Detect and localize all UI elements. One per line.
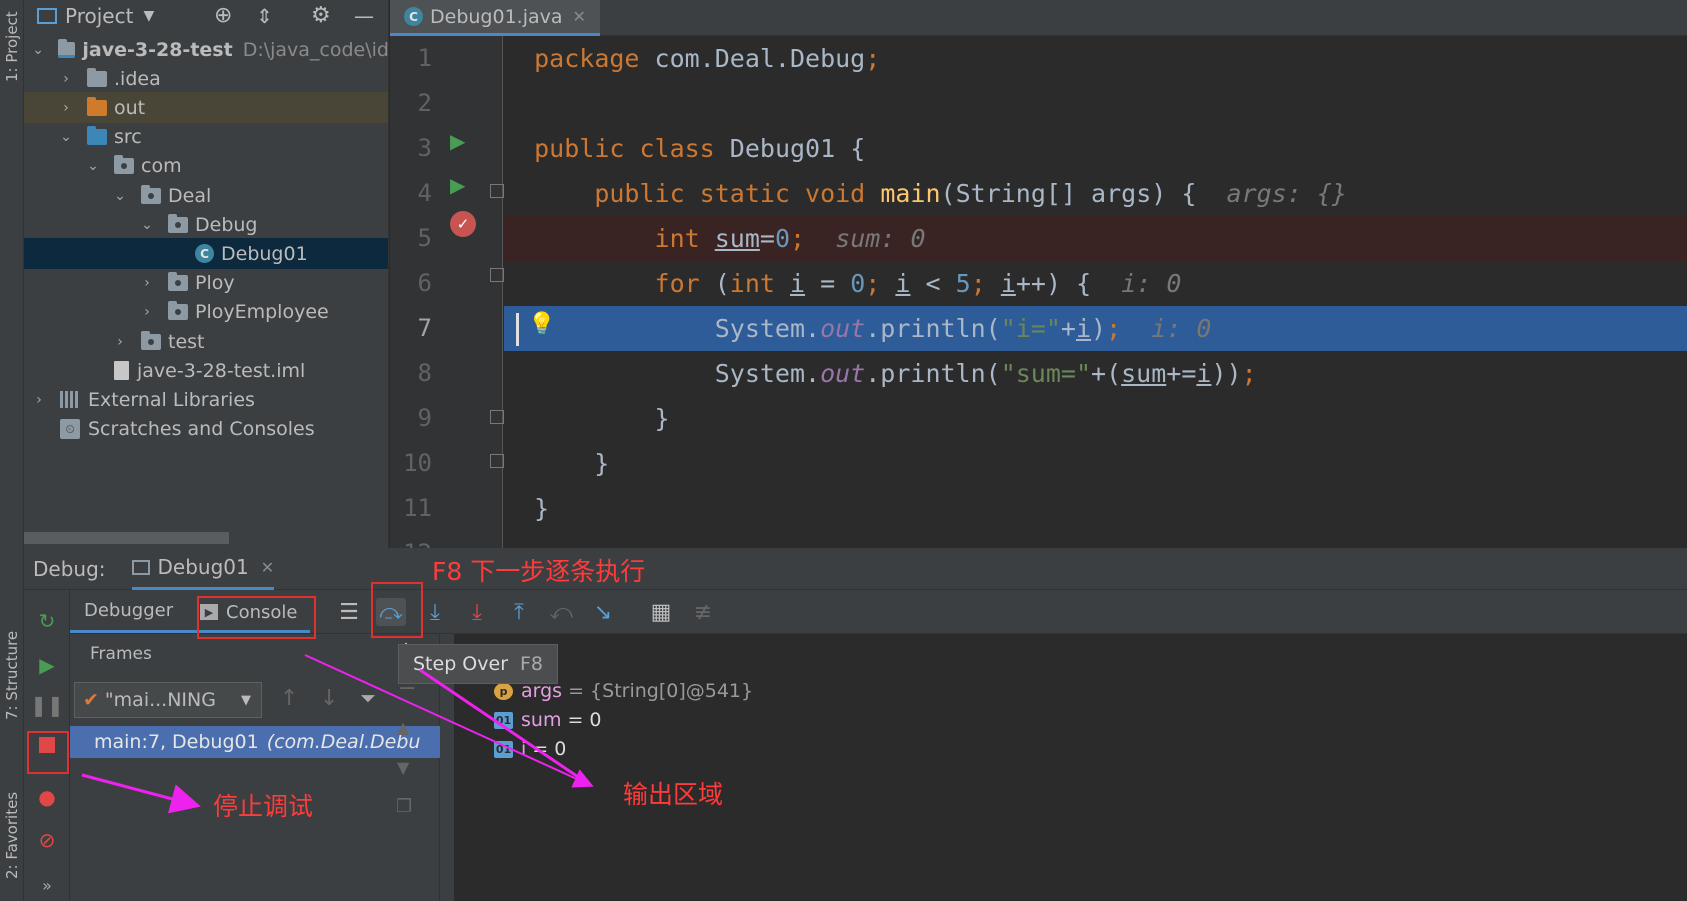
arrow-output	[304, 654, 594, 788]
annotation-arrows	[81, 654, 594, 814]
arrow-output-2	[419, 668, 591, 787]
arrow-stop	[81, 773, 201, 814]
